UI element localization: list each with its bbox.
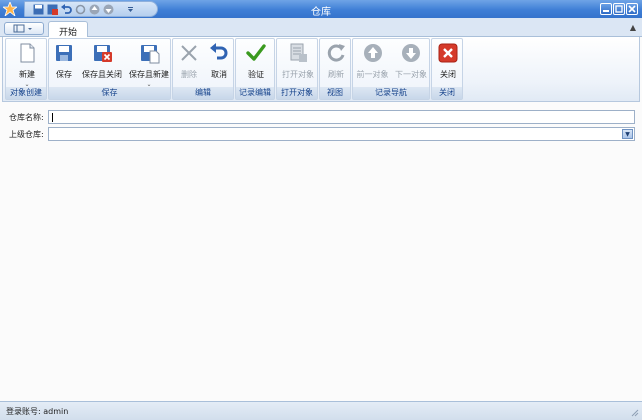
maximize-icon bbox=[615, 5, 623, 13]
group-save: 保存 保存且关闭 保存且新建 ⌄ 保存 bbox=[48, 38, 171, 100]
form-row-parent: 上级仓库: ▼ bbox=[0, 126, 642, 142]
validate-label: 验证 bbox=[248, 70, 264, 79]
group-view: 刷新 视图 bbox=[319, 38, 351, 100]
close-label: 关闭 bbox=[440, 70, 456, 79]
group-label-view: 视图 bbox=[320, 87, 350, 99]
refresh-button[interactable]: 刷新 bbox=[321, 40, 351, 88]
refresh-icon bbox=[327, 44, 345, 62]
warehouse-name-label: 仓库名称: bbox=[9, 113, 44, 122]
warehouse-name-input[interactable] bbox=[48, 110, 635, 124]
open-object-label: 打开对象 bbox=[282, 70, 314, 79]
group-create: 新建 ⌄ 对象创建 bbox=[5, 38, 47, 100]
undo-icon bbox=[210, 43, 228, 60]
next-object-button[interactable]: 下一对象 bbox=[392, 40, 430, 88]
group-label-record-nav: 记录导航 bbox=[353, 87, 429, 99]
group-label-close: 关闭 bbox=[432, 87, 462, 99]
open-object-button[interactable]: 打开对象 bbox=[278, 40, 318, 88]
group-label-record-edit: 记录编辑 bbox=[236, 87, 274, 99]
parent-warehouse-label: 上级仓库: bbox=[9, 130, 44, 139]
validate-button[interactable]: 验证 bbox=[238, 40, 274, 88]
prev-object-label: 前一对象 bbox=[356, 70, 389, 79]
application-menu-button[interactable] bbox=[4, 22, 44, 35]
save-label: 保存 bbox=[56, 70, 72, 79]
save-new-icon bbox=[141, 45, 160, 64]
new-document-icon bbox=[20, 43, 35, 63]
window-title: 仓库 bbox=[311, 7, 331, 18]
close-button[interactable]: 关闭 bbox=[433, 40, 463, 88]
delete-button[interactable]: 删除 bbox=[175, 40, 203, 88]
group-record-nav: 前一对象 下一对象 记录导航 bbox=[352, 38, 430, 100]
cancel-label: 取消 bbox=[211, 70, 227, 79]
status-bar: 登录账号: admin bbox=[0, 401, 642, 420]
parent-warehouse-combo[interactable]: ▼ bbox=[48, 127, 635, 141]
resize-grip-icon[interactable] bbox=[631, 409, 639, 417]
save-and-new-button[interactable]: 保存且新建 ⌄ bbox=[127, 40, 171, 88]
form-row-name: 仓库名称: bbox=[0, 109, 642, 125]
new-button[interactable]: 新建 ⌄ bbox=[6, 40, 48, 88]
close-window-button[interactable] bbox=[626, 3, 638, 15]
save-new-label: 保存且新建 bbox=[129, 70, 169, 79]
open-document-icon bbox=[290, 43, 307, 62]
arrow-down-circle-icon bbox=[402, 44, 420, 62]
group-edit: 删除 取消 编辑 bbox=[172, 38, 234, 100]
group-open-object: 打开对象 打开对象 bbox=[276, 38, 318, 100]
minimize-icon bbox=[603, 10, 609, 12]
group-label-create: 对象创建 bbox=[6, 87, 46, 99]
close-red-x-icon bbox=[438, 43, 458, 63]
close-icon bbox=[628, 5, 636, 13]
ribbon: 新建 ⌄ 对象创建 保存 保存且关闭 保存且新建 ⌄ 保存 删除 取消 编辑 验… bbox=[2, 37, 640, 102]
save-and-close-button[interactable]: 保存且关闭 bbox=[79, 40, 125, 88]
minimize-button[interactable] bbox=[600, 3, 612, 15]
login-account-status: 登录账号: admin bbox=[6, 407, 69, 416]
save-close-icon bbox=[94, 45, 112, 62]
tab-home[interactable]: 开始 bbox=[48, 21, 88, 38]
delete-label: 删除 bbox=[181, 70, 197, 79]
prev-object-button[interactable]: 前一对象 bbox=[354, 40, 391, 88]
group-close: 关闭 关闭 bbox=[431, 38, 463, 100]
maximize-button[interactable] bbox=[613, 3, 625, 15]
cancel-button[interactable]: 取消 bbox=[205, 40, 233, 88]
collapse-ribbon-chevron-up-icon[interactable]: ▲ bbox=[630, 23, 636, 32]
group-label-edit: 编辑 bbox=[173, 87, 233, 99]
ribbon-tab-strip: 开始 ▲ bbox=[0, 18, 642, 38]
combo-dropdown-chevron-down-icon[interactable]: ▼ bbox=[622, 129, 633, 139]
next-object-label: 下一对象 bbox=[395, 70, 427, 79]
text-caret bbox=[52, 113, 53, 122]
save-icon bbox=[56, 45, 72, 61]
group-label-save: 保存 bbox=[49, 87, 170, 99]
title-bar: 仓库 bbox=[0, 0, 642, 18]
group-record-edit: 验证 记录编辑 bbox=[235, 38, 275, 100]
new-label: 新建 bbox=[19, 70, 35, 79]
app-menu-icon bbox=[13, 24, 32, 33]
save-close-label: 保存且关闭 bbox=[82, 70, 122, 79]
save-button[interactable]: 保存 bbox=[51, 40, 77, 88]
arrow-up-circle-icon bbox=[363, 44, 382, 62]
checkmark-icon bbox=[246, 44, 266, 61]
group-label-open-object: 打开对象 bbox=[277, 87, 317, 99]
refresh-label: 刷新 bbox=[328, 70, 344, 79]
delete-x-icon bbox=[181, 45, 197, 61]
